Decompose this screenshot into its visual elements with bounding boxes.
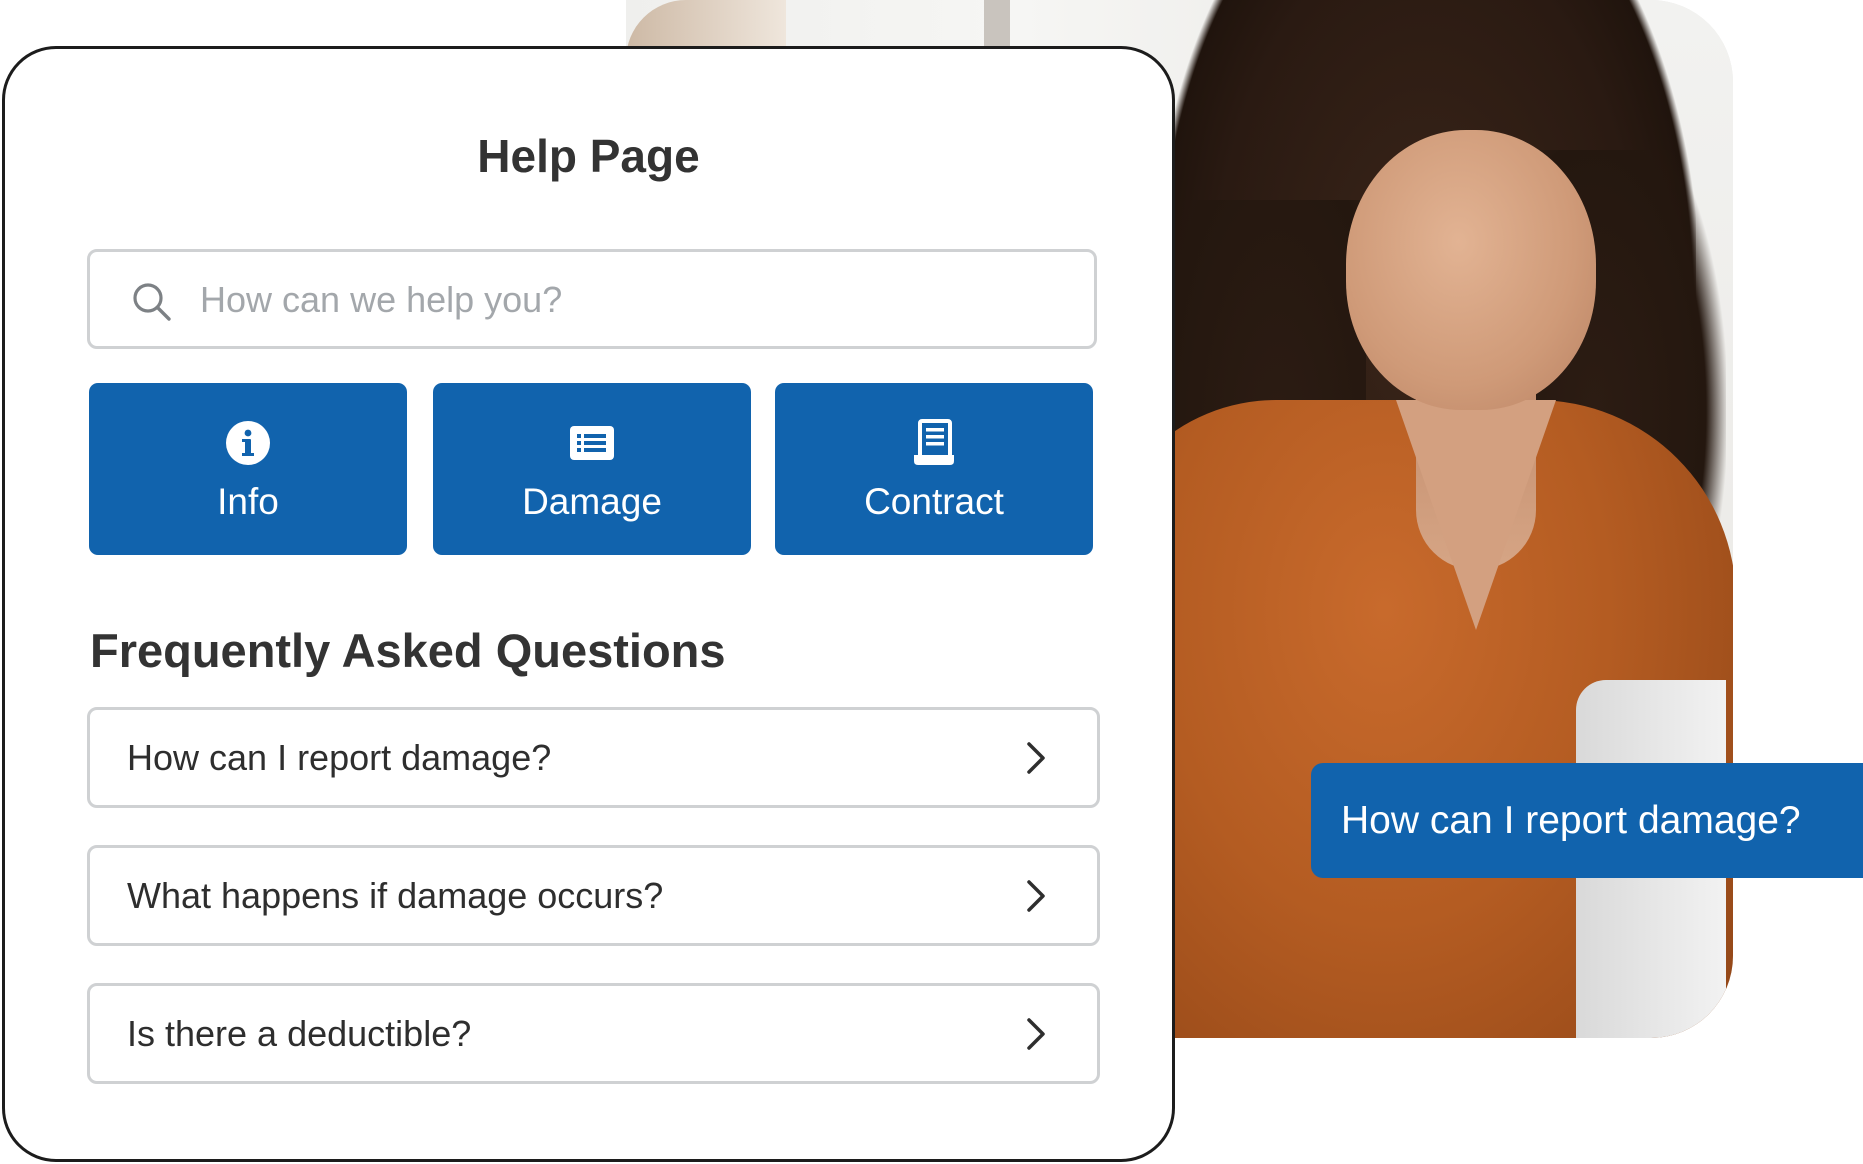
faq-item[interactable]: What happens if damage occurs? — [87, 845, 1100, 946]
photo-face — [1346, 130, 1596, 410]
tile-damage-label: Damage — [522, 481, 662, 522]
faq-heading: Frequently Asked Questions — [90, 624, 726, 677]
faq-question: How can I report damage? — [127, 737, 552, 778]
chevron-right-icon — [1027, 1018, 1045, 1050]
photo-neckline — [1396, 400, 1556, 630]
chevron-right-icon — [1027, 742, 1045, 774]
category-tiles: Info Damage Contract — [89, 383, 1099, 555]
faq-item[interactable]: Is there a deductible? — [87, 983, 1100, 1084]
chevron-right-icon — [1027, 880, 1045, 912]
faq-question: Is there a deductible? — [127, 1013, 472, 1054]
tile-contract-label: Contract — [864, 481, 1004, 522]
faq-item[interactable]: How can I report damage? — [87, 707, 1100, 808]
tile-info-button[interactable]: Info — [89, 383, 407, 555]
tile-damage-button[interactable]: Damage — [433, 383, 751, 555]
faq-question: What happens if damage occurs? — [127, 875, 664, 916]
search-icon — [133, 283, 171, 321]
search-box[interactable] — [87, 249, 1097, 349]
tile-contract-button[interactable]: Contract — [775, 383, 1093, 555]
chat-bubble: How can I report damage? — [1311, 763, 1863, 878]
help-card: Help Page Info — [2, 46, 1175, 1162]
tile-info-label: Info — [217, 481, 279, 522]
contract-document-icon — [914, 419, 954, 465]
list-card-icon — [570, 426, 614, 460]
chat-bubble-text: How can I report damage? — [1341, 798, 1801, 842]
info-icon — [226, 421, 270, 465]
search-input[interactable] — [198, 266, 1062, 334]
page-title: Help Page — [477, 130, 700, 182]
